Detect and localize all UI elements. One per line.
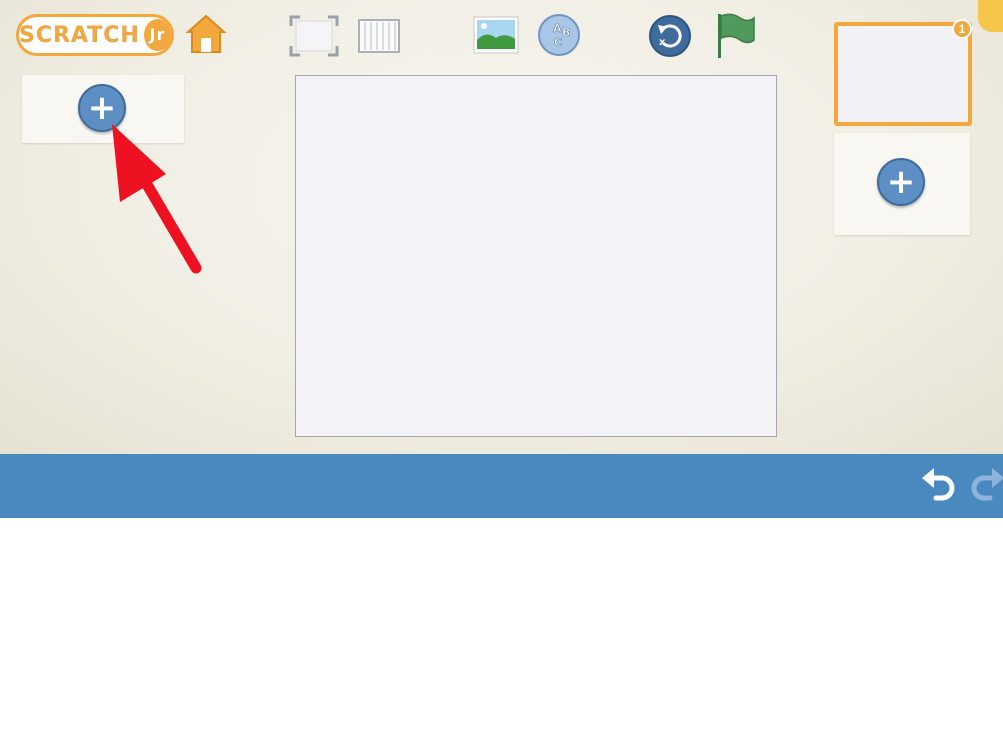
- undo-icon[interactable]: [918, 466, 960, 504]
- svg-text:B: B: [562, 26, 570, 39]
- svg-text:x: x: [659, 37, 666, 48]
- background-icon[interactable]: [472, 14, 520, 56]
- green-flag-icon[interactable]: [712, 10, 758, 60]
- reset-characters-icon[interactable]: x: [647, 13, 693, 59]
- fullscreen-icon[interactable]: [288, 14, 340, 58]
- stage[interactable]: [295, 75, 777, 437]
- annotation-arrow: [112, 124, 202, 274]
- workspace: SCRATCH Jr A B C x + 1 +: [0, 0, 1003, 454]
- grid-icon[interactable]: [356, 16, 402, 56]
- add-page-button[interactable]: +: [877, 158, 925, 206]
- redo-icon[interactable]: [968, 466, 1003, 504]
- logo-text: SCRATCH: [19, 22, 140, 48]
- script-area-bar: [0, 454, 1003, 518]
- logo-suffix: Jr: [143, 19, 171, 51]
- svg-text:A: A: [553, 22, 562, 35]
- text-icon[interactable]: A B C: [536, 12, 582, 58]
- page-number-badge: 1: [952, 19, 972, 39]
- plus-icon: +: [886, 162, 916, 202]
- page-thumbnail[interactable]: [834, 22, 972, 126]
- svg-text:C: C: [554, 36, 562, 49]
- project-info-tab[interactable]: [978, 0, 1003, 32]
- scratchjr-logo: SCRATCH Jr: [16, 14, 174, 56]
- home-icon[interactable]: [184, 12, 228, 56]
